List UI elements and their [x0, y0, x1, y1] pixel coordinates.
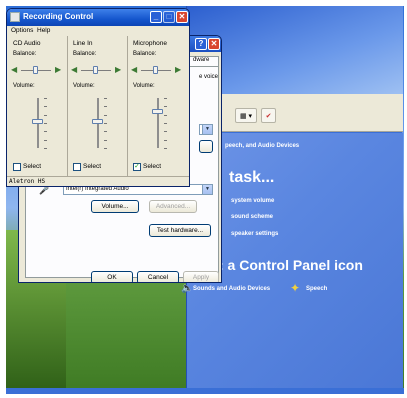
volume-tick	[104, 114, 107, 116]
volume-tick	[104, 131, 107, 133]
volume-tick	[104, 139, 107, 141]
volume-tick	[44, 123, 47, 124]
volume-label: Volume:	[73, 83, 95, 89]
channel-name: CD Audio	[13, 40, 41, 47]
channel-name: Microphone	[133, 40, 167, 47]
balance-label: Balance:	[73, 51, 97, 57]
volume-tick	[44, 106, 47, 108]
balance-slider[interactable]	[33, 66, 38, 74]
speaker-right-icon: ▶	[115, 65, 122, 74]
volume-tick	[164, 123, 167, 124]
balance-label: Balance:	[133, 51, 157, 57]
select-label: Select	[23, 163, 42, 170]
volume-tick	[104, 106, 107, 108]
task-link-volume[interactable]: system volume	[231, 198, 274, 204]
speaker-right-icon: ▶	[55, 65, 62, 74]
volume-button[interactable]: Volume...	[91, 200, 139, 213]
recording-control-window: Recording Control _ □ ✕ Options Help CD …	[6, 8, 190, 187]
speech-link[interactable]: Speech	[306, 286, 327, 292]
apply-button[interactable]: Apply	[183, 271, 219, 282]
select-label: Select	[143, 163, 162, 170]
pick-task-heading: task...	[229, 169, 275, 186]
help-button[interactable]: ?	[195, 38, 207, 50]
select-checkbox[interactable]	[73, 163, 81, 171]
select-checkbox[interactable]: ✓	[133, 163, 141, 171]
microphone-icon: 🎤	[39, 186, 49, 195]
voice-text: e voice	[199, 74, 219, 80]
properties-icon: ✔	[265, 112, 272, 120]
volume-tick	[44, 131, 47, 133]
volume-tick	[164, 131, 167, 133]
sounds-audio-link[interactable]: Sounds and Audio Devices	[193, 286, 270, 292]
volume-tick	[104, 98, 107, 99]
volume-label: Volume:	[13, 83, 35, 89]
speaker-left-icon: ◀	[71, 65, 78, 74]
audio-close-button[interactable]: ✕	[208, 38, 220, 50]
properties-button[interactable]: ✔	[261, 108, 276, 123]
volume-slider[interactable]	[152, 108, 163, 114]
app-icon	[10, 12, 20, 22]
volume-tick	[44, 139, 47, 141]
menu-options[interactable]: Options	[11, 27, 33, 34]
channel-cd-audio: CD Audio Balance: ◀ ▶ Volume: Select	[9, 36, 68, 176]
cancel-button[interactable]: Cancel	[137, 271, 179, 282]
volume-tick	[104, 148, 107, 149]
volume-tick	[164, 148, 167, 149]
speech-icon: ✦	[290, 281, 301, 295]
volume-tick	[164, 114, 167, 116]
sounds-audio-icon: 🔈	[181, 283, 194, 294]
chevron-down-icon: ▼	[202, 185, 212, 194]
menu-bar: Options Help	[7, 26, 189, 36]
status-bar: Aletron HS	[7, 176, 189, 186]
channel-microphone: Microphone Balance: ◀ ▶ Volume: ✓ Select	[129, 36, 188, 176]
channel-name: Line In	[73, 40, 93, 47]
channel-line-in: Line In Balance: ◀ ▶ Volume: Select	[69, 36, 128, 176]
task-link-speaker[interactable]: speaker settings	[231, 231, 278, 237]
speaker-left-icon: ◀	[11, 65, 18, 74]
balance-slider[interactable]	[93, 66, 98, 74]
select-label: Select	[83, 163, 102, 170]
menu-help[interactable]: Help	[37, 27, 50, 34]
ok-button[interactable]: OK	[91, 271, 133, 282]
task-link-sound-scheme[interactable]: sound scheme	[231, 214, 273, 220]
pick-icon-heading: : a Control Panel icon	[219, 257, 363, 273]
volume-slider[interactable]	[32, 118, 43, 124]
views-button[interactable]: ▦ ▾	[235, 108, 257, 123]
balance-label: Balance:	[13, 51, 37, 57]
volume-track	[157, 98, 159, 148]
recording-control-titlebar[interactable]: Recording Control _ □ ✕	[7, 9, 189, 26]
chevron-down-icon: ▼	[202, 125, 212, 134]
select-checkbox[interactable]	[13, 163, 21, 171]
volume-tick	[44, 114, 47, 116]
volume-tick	[164, 98, 167, 99]
volume-label: Volume:	[133, 83, 155, 89]
category-header: peech, and Audio Devices	[225, 143, 300, 149]
close-button[interactable]: ✕	[176, 11, 188, 23]
views-icon: ▦ ▾	[239, 112, 253, 120]
volume-tick	[44, 98, 47, 99]
window-bottom-edge	[6, 388, 404, 394]
volume-tick	[44, 148, 47, 149]
voice-button[interactable]	[199, 140, 213, 153]
speaker-right-icon: ▶	[175, 65, 182, 74]
maximize-button[interactable]: □	[163, 11, 175, 23]
volume-tick	[104, 123, 107, 124]
test-hardware-button[interactable]: Test hardware...	[149, 224, 211, 237]
advanced-button[interactable]: Advanced...	[149, 200, 197, 213]
tab-hardware[interactable]: dware	[189, 56, 219, 66]
speaker-left-icon: ◀	[131, 65, 138, 74]
balance-slider[interactable]	[153, 66, 158, 74]
volume-tick	[164, 106, 167, 108]
window-title: Recording Control	[23, 12, 94, 21]
volume-tick	[164, 139, 167, 141]
volume-slider[interactable]	[92, 118, 103, 124]
minimize-button[interactable]: _	[150, 11, 162, 23]
voice-combo[interactable]: ▼	[199, 124, 213, 135]
